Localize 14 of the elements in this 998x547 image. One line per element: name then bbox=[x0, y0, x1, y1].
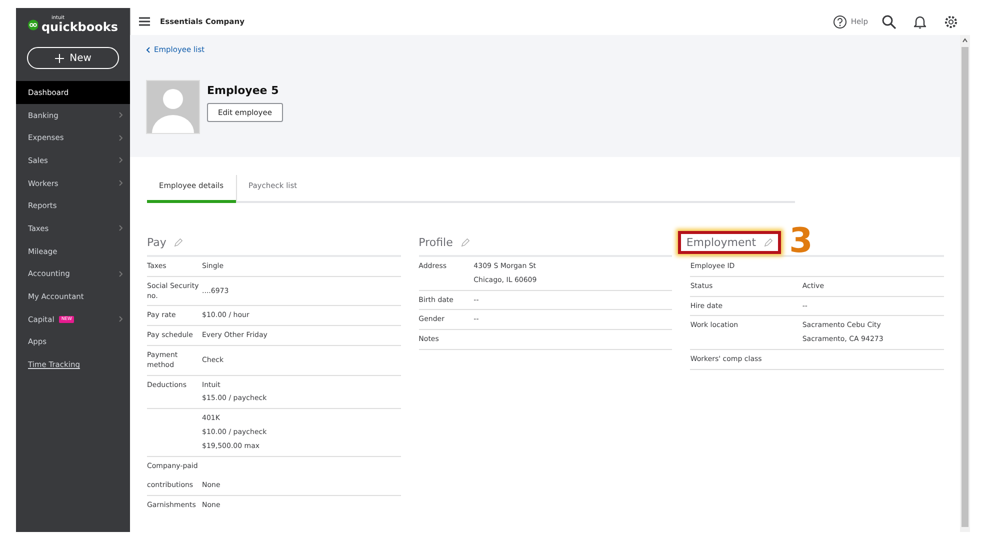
brand-name: quickbooks bbox=[41, 21, 118, 33]
section-title: Employment bbox=[686, 236, 756, 248]
help-icon bbox=[832, 14, 847, 28]
scrollbar[interactable] bbox=[960, 35, 970, 532]
section-title: Profile bbox=[418, 236, 453, 248]
step-number: 3 bbox=[789, 228, 813, 256]
employee-name: Employee 5 bbox=[207, 84, 280, 97]
logo-icon bbox=[28, 18, 38, 30]
plus-icon bbox=[54, 54, 64, 62]
avatar-silhouette bbox=[146, 80, 200, 134]
chevron-left-icon bbox=[146, 46, 150, 52]
menu-icon[interactable] bbox=[139, 17, 150, 26]
section-title: Pay bbox=[147, 236, 166, 248]
new-button[interactable]: New bbox=[27, 47, 119, 69]
